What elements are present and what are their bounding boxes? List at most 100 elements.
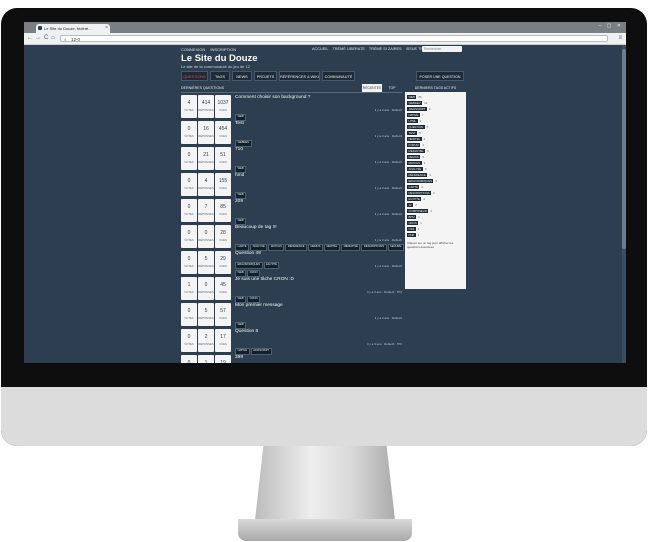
- question-title[interactable]: Question 8: [235, 329, 258, 334]
- answers-label: RÉPONSES: [198, 316, 214, 320]
- sidebar-tag[interactable]: CARTE: [407, 184, 420, 190]
- question-title[interactable]: Test: [235, 121, 244, 126]
- votes-label: VOTES: [184, 238, 194, 242]
- votes-box: 0 VOTES: [181, 251, 197, 274]
- sidebar-tag[interactable]: HTML: [407, 118, 418, 124]
- question-row[interactable]: 0 VOTES 7 RÉPONSES 85 VUES 209 WEB il y a 3 ans …: [181, 198, 402, 225]
- sidebar-tag[interactable]: NATIVE: [407, 112, 420, 118]
- sidebar-tag-item: PHP 1: [407, 232, 464, 238]
- address-bar-url: 12-0: [71, 37, 81, 42]
- signup-link[interactable]: INSCRIPTION: [210, 47, 236, 52]
- votes-box: 1 VOTES: [181, 277, 197, 300]
- question-title[interactable]: Beaucoup de tag !!!: [235, 225, 277, 230]
- question-title[interactable]: Comment choisir son background ?: [235, 95, 310, 100]
- question-row[interactable]: 0 VOTES 0 RÉPONSES 28 VUES Beaucoup de tag !!!…: [181, 224, 404, 269]
- tab-top[interactable]: TOP: [384, 84, 400, 92]
- sidebar-tag[interactable]: WEBDEV: [407, 100, 423, 106]
- question-title[interactable]: Question 48: [235, 251, 261, 256]
- question-title[interactable]: 209: [235, 199, 243, 204]
- sidebar-tag-count: 5: [426, 125, 429, 129]
- sidebar-tag[interactable]: PHP: [407, 232, 416, 238]
- question-row[interactable]: 0 VOTES 5 RÉPONSES 29 VUES Question 48 WEB CRON i…: [181, 250, 402, 277]
- answers-label: RÉPONSES: [198, 160, 214, 164]
- question-row[interactable]: 1 VOTES 0 RÉPONSES 45 VUES Je suis une tâche C…: [181, 276, 402, 303]
- sidebar-tag[interactable]: COMPOSEUR: [407, 208, 429, 214]
- login-link[interactable]: CONNEXION: [181, 47, 205, 52]
- page: CONNEXION INSCRIPTION ACCUEIL TRÉMÉ LIBE…: [24, 45, 626, 363]
- question-row[interactable]: 0VOTES1RÉPONSES19VUES399WEBil y a 3 ans …: [181, 354, 402, 363]
- sidebar-tag[interactable]: ERGONOMIQUES: [407, 178, 434, 184]
- question-row[interactable]: 0 VOTES 2 RÉPONSES 17 VUES Question 8 NATIVE JAV…: [181, 328, 402, 355]
- sidebar-tag[interactable]: EGYPTE: [407, 196, 422, 202]
- sidebar-tag[interactable]: RÉFÉRENCE: [407, 172, 428, 178]
- question-row[interactable]: 4 VOTES 414 RÉPONSES 1037 VUES Comment choisir…: [181, 94, 402, 121]
- sidebar-tag[interactable]: 12: [407, 202, 414, 208]
- sidebar-tag[interactable]: WEB: [407, 94, 417, 100]
- site-search-input[interactable]: Rechercher: [422, 46, 462, 52]
- close-tab-icon[interactable]: ×: [105, 24, 108, 33]
- sidebar-tag[interactable]: TEST: [407, 130, 418, 136]
- views-box: 28 VUES: [215, 225, 231, 248]
- answers-box: 1RÉPONSES: [198, 355, 214, 363]
- views-box: 85 VUES: [215, 199, 231, 222]
- back-icon[interactable]: ←: [27, 34, 33, 43]
- answers-count: 414: [201, 100, 211, 106]
- sidebar-tag[interactable]: FORUM: [407, 142, 421, 148]
- question-title[interactable]: 710: [235, 147, 243, 152]
- votes-box: 4 VOTES: [181, 95, 197, 118]
- sidebar-tag[interactable]: ANALYSE: [407, 166, 423, 172]
- answers-label: RÉPONSES: [198, 290, 214, 294]
- nav-projets[interactable]: PROJETS: [254, 71, 277, 81]
- sidebar-tag[interactable]: CRON: [407, 220, 419, 226]
- sidebar-tag[interactable]: DEMOS: [407, 154, 421, 160]
- top-link-zaires[interactable]: TRÉMÉ SI ZAIRES: [369, 47, 402, 51]
- sidebar-tag[interactable]: MATCHS: [407, 160, 422, 166]
- top-link-home[interactable]: ACCUEIL: [312, 47, 328, 51]
- question-title[interactable]: Je suis une tâche CRON :D: [235, 277, 294, 282]
- question-title[interactable]: Mon premier message: [235, 303, 283, 308]
- top-link-liberate[interactable]: TRÉMÉ LIBERATE: [332, 47, 364, 51]
- sidebar-tag[interactable]: MÉDIATISÉ: [407, 148, 425, 154]
- nav-questions[interactable]: QUESTIONS: [181, 71, 208, 81]
- favicon-icon: [38, 26, 42, 30]
- views-box: 51 VUES: [215, 147, 231, 170]
- window-controls[interactable]: – ▢ ✕: [599, 23, 623, 29]
- nav-communaute[interactable]: COMMUNAUTÉ: [322, 71, 355, 81]
- votes-count: 4: [187, 100, 191, 106]
- sidebar-tag[interactable]: CSS: [407, 226, 416, 232]
- sidebar-tag[interactable]: DESCRIPTIONS: [407, 190, 431, 196]
- question-row[interactable]: 0 VOTES 4 RÉPONSES 155 VUES hmd WEB il y a 3 ans…: [181, 172, 402, 199]
- question-meta: il y a 3 ans · Reflex0: [374, 186, 402, 190]
- sidebar-tag[interactable]: JAVASCRIPT: [407, 106, 427, 112]
- nav-tags[interactable]: TAGS: [210, 71, 230, 81]
- tab-recentes[interactable]: RÉCENTES: [362, 84, 382, 92]
- sidebar-tag-count: 6: [419, 119, 422, 123]
- question-row[interactable]: 0 VOTES 16 RÉPONSES 454 VUES Test WEBDEV il y a …: [181, 120, 402, 147]
- question-row[interactable]: 0 VOTES 5 RÉPONSES 57 VUES Mon premier message…: [181, 302, 402, 329]
- views-label: VUES: [219, 212, 227, 216]
- sidebar-tag[interactable]: NEWTEL: [407, 136, 422, 142]
- sidebar-tag[interactable]: BPM: [407, 214, 417, 220]
- sidebar-tag-count: 3: [424, 167, 427, 171]
- sidebar-tag-count: 1: [417, 227, 420, 231]
- site-title[interactable]: Le Site du Douze: [181, 53, 258, 64]
- page-scrollbar[interactable]: [622, 45, 626, 363]
- reload-icon[interactable]: C: [44, 34, 48, 43]
- votes-count: 0: [187, 126, 191, 132]
- home-icon[interactable]: ⌂: [51, 34, 55, 43]
- browser-tab[interactable]: Le Site du Douze, fédéré... ×: [36, 24, 110, 33]
- nav-news[interactable]: NEWS: [232, 71, 252, 81]
- sidebar-tag[interactable]: QUESTION: [407, 124, 425, 130]
- menu-icon[interactable]: ≡: [618, 34, 622, 43]
- forward-icon[interactable]: →: [35, 34, 41, 43]
- scrollbar-thumb[interactable]: [622, 49, 626, 249]
- sidebar-tag-count: 2: [430, 209, 433, 213]
- ask-question-button[interactable]: POSER UNE QUESTION: [416, 71, 464, 81]
- nav-references-wiki[interactable]: RÉFÉRENCES & WIKI: [279, 71, 320, 81]
- question-title[interactable]: hmd: [235, 173, 244, 178]
- address-bar[interactable]: ⌕ 12-0: [60, 35, 608, 42]
- question-title[interactable]: 399: [235, 355, 243, 360]
- question-meta: il y a 3 ans · Reflex0: [374, 212, 402, 216]
- votes-label: VOTES: [184, 342, 194, 346]
- question-row[interactable]: 0 VOTES 21 RÉPONSES 51 VUES 710 WEB il y a 3 ans…: [181, 146, 402, 173]
